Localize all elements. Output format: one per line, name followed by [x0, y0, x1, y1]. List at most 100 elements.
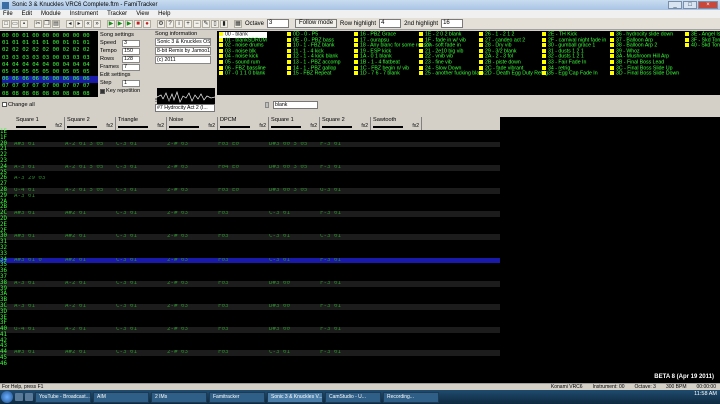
instrument-item[interactable]: 25 - another fucking blank [419, 71, 485, 77]
frame-row[interactable]: 04 04 04 04 04 00 04 04 04 [2, 62, 98, 69]
step-input[interactable]: 1 [122, 79, 140, 87]
frame-row[interactable]: 05 05 05 05 05 00 05 05 05 [2, 69, 98, 76]
channel-header[interactable]: Triangle fx2 [116, 117, 167, 130]
effects-column-toggle[interactable]: fx2 [157, 123, 164, 129]
prev-frame-icon[interactable]: « [84, 19, 92, 28]
pattern-cell[interactable] [65, 362, 116, 368]
song-name-field[interactable]: Sonic 3 & Knuckles OST [155, 38, 211, 46]
copy-icon[interactable]: ❐ [43, 19, 51, 28]
cut-icon[interactable]: ✂ [34, 19, 42, 28]
channel-header[interactable]: DPCM fx2 [218, 117, 269, 130]
taskbar-button[interactable]: Recording... [383, 391, 439, 403]
pattern-cell[interactable] [116, 362, 167, 368]
prev-song-icon[interactable]: ◂ [66, 19, 74, 28]
pattern-cell[interactable] [371, 362, 422, 368]
channel-header[interactable]: Noise fx2 [167, 117, 218, 130]
change-all-checkbox[interactable] [2, 102, 7, 108]
taskbar-button[interactable]: CamStudio - U... [325, 391, 381, 403]
song-select[interactable]: #7 Hydrocity Act 2 (I... [155, 104, 215, 112]
open-file-icon[interactable]: ▭ [11, 19, 19, 28]
pattern-cell[interactable] [14, 362, 65, 368]
row-highlight-input[interactable]: 4 [379, 19, 402, 28]
pattern-cell[interactable] [167, 362, 218, 368]
pattern-cell[interactable] [218, 362, 269, 368]
instrument-edit-icon[interactable]: ✎ [202, 19, 210, 28]
view-toggle-icon[interactable]: ▦ [234, 19, 242, 28]
paste-icon[interactable]: ▤ [52, 19, 60, 28]
instrument-item[interactable]: 40 - Skd Tone 2 [685, 43, 720, 49]
frame-row[interactable]: 08 08 08 08 08 00 08 08 08 [2, 91, 98, 98]
instrument-add-icon[interactable]: + [184, 19, 192, 28]
start-button[interactable] [1, 391, 13, 403]
play-pattern-icon[interactable]: ▶ [125, 19, 133, 28]
frame-row[interactable]: 00 00 01 00 00 00 00 00 00 [2, 33, 98, 40]
save-icon[interactable]: ▪ [20, 19, 28, 28]
channel-header[interactable]: Square 2 fx2 [65, 117, 116, 130]
instrument-item[interactable]: 3D - Final Boss Slide Down [610, 71, 679, 77]
instrument-item[interactable]: 15 - FBZ Repeat [287, 71, 341, 77]
menu-instrument[interactable]: Instrument [70, 11, 98, 17]
instrument-load-icon[interactable]: ▯ [211, 19, 219, 28]
effects-column-toggle[interactable]: fx2 [106, 123, 113, 129]
help-icon[interactable]: i [175, 19, 183, 28]
menu-edit[interactable]: Edit [22, 11, 32, 17]
effects-column-toggle[interactable]: fx2 [361, 123, 368, 129]
effects-column-toggle[interactable]: fx2 [259, 123, 266, 129]
quicklaunch-icon[interactable] [25, 393, 33, 401]
maximize-icon[interactable]: □ [683, 1, 697, 9]
frames-input[interactable]: 7 [122, 63, 140, 71]
instrument-remove-icon[interactable]: − [193, 19, 201, 28]
channel-header[interactable]: Square 2 fx2 [320, 117, 371, 130]
octave-select[interactable]: 3 [267, 19, 290, 28]
frame-row[interactable]: 03 03 03 03 03 00 03 03 03 [2, 55, 98, 62]
song-copyright-field[interactable]: (c) 2011 [155, 56, 211, 64]
channel-header[interactable]: Square 1 fx2 [14, 117, 65, 130]
pattern-cell[interactable] [320, 362, 371, 368]
instrument-list[interactable]: 00 - blank 01 - blankSDRUM 02 - noise drum… [217, 31, 720, 95]
instrument-item[interactable]: 35 - Egg Cap Fade In [542, 71, 606, 77]
record-icon[interactable]: ● [143, 19, 151, 28]
tempo-input[interactable]: 150 [122, 47, 140, 55]
speed-input[interactable]: 3 [122, 39, 140, 47]
pattern-cell[interactable] [269, 362, 320, 368]
settings-icon[interactable]: ⚙ [157, 19, 165, 28]
effects-column-toggle[interactable]: fx2 [55, 123, 62, 129]
frame-row[interactable]: 02 02 02 02 02 00 02 02 02 [2, 47, 98, 54]
close-icon[interactable]: × [698, 1, 718, 9]
about-icon[interactable]: ? [166, 19, 174, 28]
effects-column-toggle[interactable]: fx2 [208, 123, 215, 129]
frame-row[interactable]: 07 07 07 07 07 00 07 07 07 [2, 83, 98, 90]
play-icon[interactable]: ▶ [107, 19, 115, 28]
pattern-row[interactable]: 46 [0, 361, 500, 368]
frame-list[interactable]: 00 00 01 00 00 00 00 00 00 01 01 01 01 01… [0, 31, 98, 97]
effects-column-toggle[interactable]: fx2 [412, 123, 419, 129]
next-song-icon[interactable]: ▸ [75, 19, 83, 28]
play-loop-icon[interactable]: ▶ [116, 19, 124, 28]
new-file-icon[interactable]: □ [2, 19, 10, 28]
quicklaunch-icon[interactable] [15, 393, 23, 401]
channel-header[interactable]: Sawtooth fx2 [371, 117, 422, 130]
taskbar-button[interactable]: 2 IMs [151, 391, 207, 403]
instrument-name-input[interactable]: blank [273, 101, 318, 109]
instrument-edit-icon-2[interactable] [265, 102, 269, 108]
pattern-editor[interactable]: Square 1 fx2 Square 2 fx2 Triangle fx2 Noise fx… [0, 117, 720, 390]
effects-column-toggle[interactable]: fx2 [310, 123, 317, 129]
menu-tracker[interactable]: Tracker [107, 11, 127, 17]
menu-view[interactable]: View [136, 11, 149, 17]
frame-row[interactable]: 01 01 01 01 01 00 01 01 01 [2, 40, 98, 47]
taskbar-button[interactable]: Sonic 3 & Knuckles V... [267, 391, 323, 403]
menu-file[interactable]: File [3, 11, 13, 17]
frame-row[interactable]: 06 06 06 06 06 00 06 06 06 [2, 76, 98, 84]
key-repetition-checkbox[interactable] [100, 88, 105, 94]
taskbar-button[interactable]: Famitracker [209, 391, 265, 403]
pattern-grid[interactable]: 1E 1F 20 A#3 01 A-2 01 3 05 C-3 01 2-# 03 F03 E… [0, 129, 500, 390]
channel-header[interactable]: Square 1 fx2 [269, 117, 320, 130]
taskbar-button[interactable]: AIM [93, 391, 149, 403]
next-frame-icon[interactable]: » [93, 19, 101, 28]
menu-help[interactable]: Help [158, 11, 170, 17]
second-highlight-input[interactable]: 16 [441, 19, 464, 28]
minimize-icon[interactable]: _ [668, 1, 682, 9]
rows-input[interactable]: 128 [122, 55, 140, 63]
instrument-save-icon[interactable]: ▮ [220, 19, 228, 28]
instrument-item[interactable]: 2D - Death Egg Duty Retrig [479, 71, 548, 77]
